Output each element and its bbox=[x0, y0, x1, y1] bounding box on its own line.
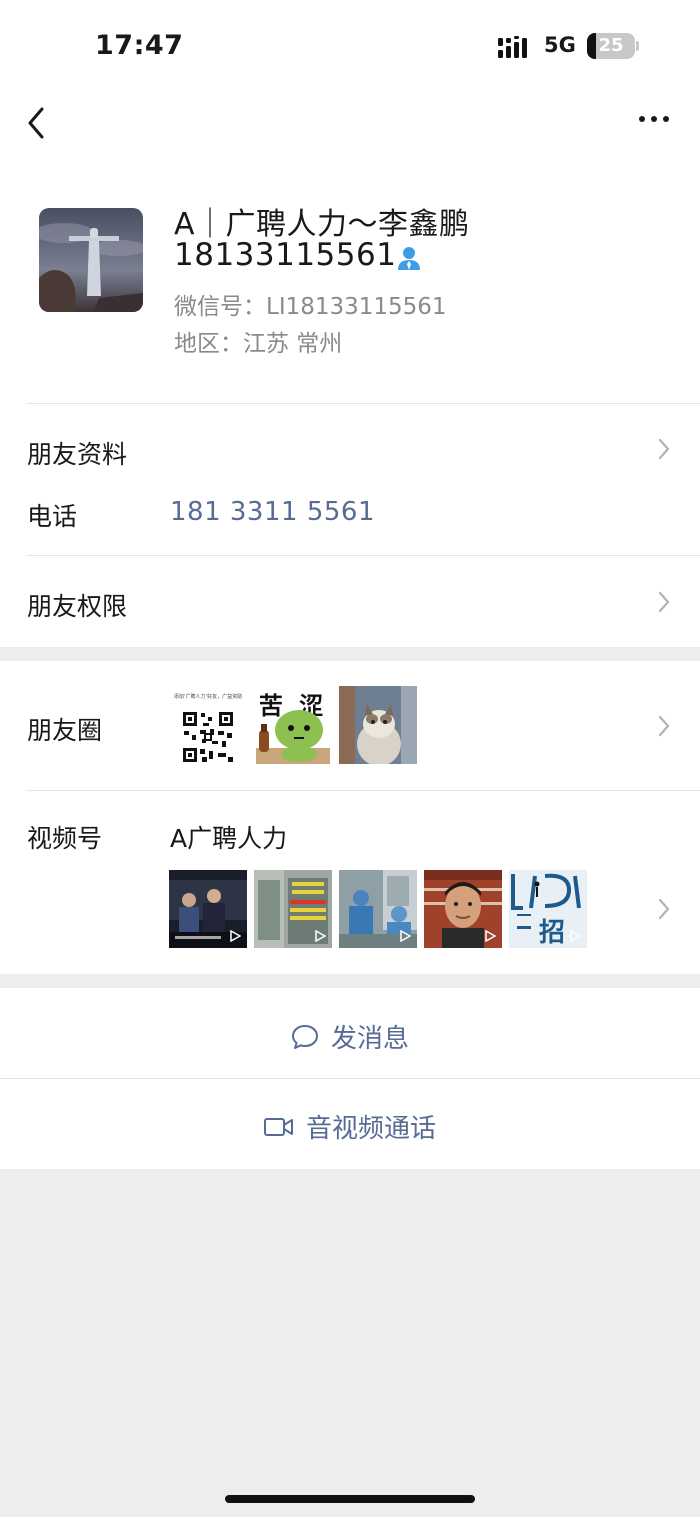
channel-video-thumb[interactable] bbox=[424, 870, 502, 948]
send-message-label: 发消息 bbox=[330, 1024, 409, 1054]
play-icon bbox=[485, 930, 496, 942]
chevron-right-icon[interactable] bbox=[657, 437, 671, 461]
moments-thumb-meme[interactable]: 苦 涩 bbox=[254, 686, 332, 764]
divider bbox=[27, 403, 700, 404]
avatar[interactable] bbox=[39, 208, 143, 312]
home-indicator[interactable] bbox=[225, 1495, 475, 1503]
video-call-label: 音视频通话 bbox=[305, 1114, 436, 1144]
status-bar: 17:47 5G 25 bbox=[0, 0, 700, 95]
status-time: 17:47 bbox=[95, 30, 184, 61]
play-icon bbox=[230, 930, 241, 942]
wechat-id: 微信号：LI18133115561 bbox=[174, 294, 447, 320]
frog-sticker-icon bbox=[256, 710, 330, 764]
thumb-caption: 招 bbox=[539, 918, 566, 948]
contact-person-icon bbox=[398, 247, 420, 270]
actions-card: 发消息 音视频通话 bbox=[0, 988, 700, 1169]
friend-profile-label[interactable]: 朋友资料 bbox=[27, 435, 127, 471]
channel-video-thumb[interactable] bbox=[254, 870, 332, 948]
play-icon bbox=[570, 930, 581, 942]
region: 地区：江苏 常州 bbox=[174, 331, 343, 357]
moments-label[interactable]: 朋友圈 bbox=[27, 711, 102, 747]
video-camera-icon bbox=[263, 1117, 293, 1136]
qr-code-icon bbox=[182, 711, 234, 763]
channel-video-thumb[interactable]: 招 bbox=[509, 870, 587, 948]
info-card: 朋友资料 电话 181 3311 5561 朋友权限 bbox=[0, 403, 700, 647]
divider bbox=[27, 555, 700, 556]
back-arrow-icon[interactable] bbox=[22, 105, 52, 141]
network-type: 5G bbox=[544, 33, 576, 57]
chevron-right-icon[interactable] bbox=[657, 714, 671, 738]
channels-name[interactable]: A广聘人力 bbox=[170, 819, 287, 855]
contact-name-number: 18133115561 bbox=[174, 237, 397, 273]
moments-thumb-qr[interactable]: 添加‘广聘人力’好友，广益资助 bbox=[169, 686, 247, 764]
chevron-right-icon[interactable] bbox=[657, 590, 671, 614]
send-message-button[interactable]: 发消息 bbox=[0, 1018, 700, 1058]
phone-label: 电话 bbox=[27, 502, 78, 531]
friend-permissions-label[interactable]: 朋友权限 bbox=[27, 587, 127, 623]
channel-video-thumb[interactable] bbox=[169, 870, 247, 948]
signal-icon bbox=[498, 36, 527, 58]
battery-level: 25 bbox=[598, 35, 624, 56]
play-icon bbox=[400, 930, 411, 942]
battery-icon: 25 bbox=[587, 33, 635, 59]
channel-video-thumb[interactable] bbox=[339, 870, 417, 948]
channels-label[interactable]: 视频号 bbox=[27, 819, 102, 855]
divider bbox=[0, 1078, 700, 1079]
chat-bubble-icon bbox=[291, 1024, 318, 1049]
profile-header: A｜广聘人力～李鑫鹏 18133115561 微信号：LI18133115561… bbox=[0, 165, 700, 403]
moments-thumb-cat[interactable] bbox=[339, 686, 417, 764]
chevron-right-icon[interactable] bbox=[657, 897, 671, 921]
divider bbox=[27, 790, 700, 791]
battery-tip bbox=[636, 41, 639, 51]
nav-bar bbox=[0, 95, 700, 165]
more-options-icon[interactable] bbox=[636, 113, 672, 125]
play-icon bbox=[315, 930, 326, 942]
moments-channels-card: 朋友圈 添加‘广聘人力’好友，广益资助 苦 涩 视频号 A广聘人力 招 bbox=[0, 661, 700, 974]
video-call-button[interactable]: 音视频通话 bbox=[0, 1108, 700, 1145]
phone-number[interactable]: 181 3311 5561 bbox=[170, 497, 375, 527]
moments-thumb-caption: 添加‘广聘人力’好友，广益资助 bbox=[173, 694, 243, 700]
